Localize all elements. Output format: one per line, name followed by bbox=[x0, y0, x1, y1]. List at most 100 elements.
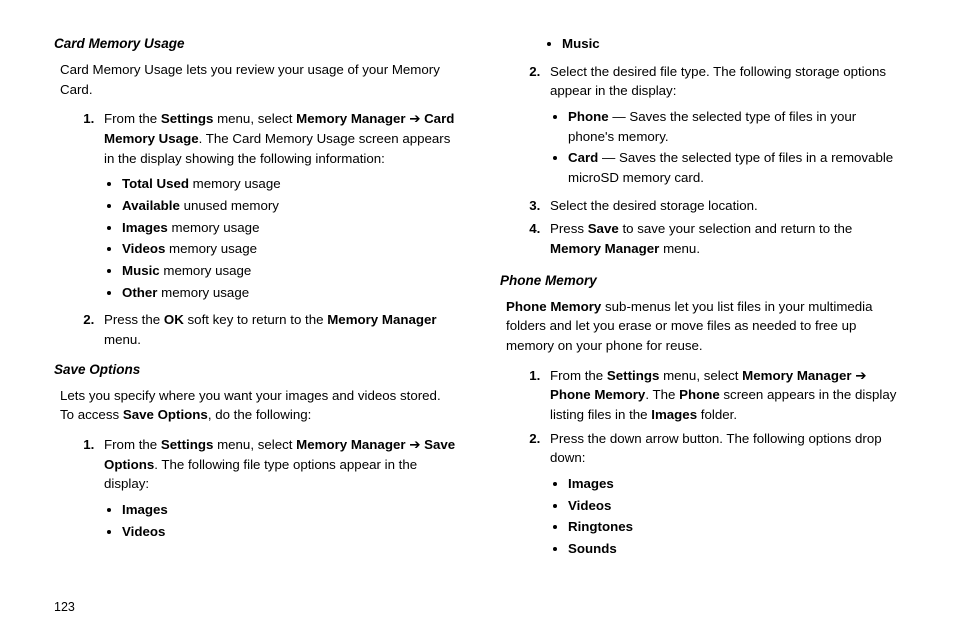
t: menu. bbox=[104, 332, 141, 347]
bullet-list: Phone — Saves the selected type of files… bbox=[568, 107, 906, 188]
bold: Phone bbox=[679, 387, 720, 402]
bold: Videos bbox=[568, 498, 611, 513]
bold: Sounds bbox=[568, 541, 617, 556]
bold: Settings bbox=[161, 111, 213, 126]
bold: Phone Memory bbox=[550, 387, 645, 402]
list-item: Press the down arrow button. The followi… bbox=[544, 429, 906, 559]
step-text: From the Settings menu, select Memory Ma… bbox=[550, 368, 896, 422]
list-item: Images memory usage bbox=[122, 218, 460, 238]
arrow-icon: ➔ bbox=[855, 368, 866, 383]
step-text: Select the desired file type. The follow… bbox=[550, 64, 886, 99]
right-column: Music Select the desired file type. The … bbox=[500, 32, 910, 628]
step-text: Press the OK soft key to return to the M… bbox=[104, 312, 437, 347]
bold: Memory Manager bbox=[742, 368, 855, 383]
step-text: Select the desired storage location. bbox=[550, 198, 758, 213]
bold: Other bbox=[122, 285, 157, 300]
bold: Total Used bbox=[122, 176, 189, 191]
t: unused memory bbox=[180, 198, 279, 213]
t: menu. bbox=[659, 241, 700, 256]
bold: Images bbox=[122, 502, 168, 517]
list-item: Available unused memory bbox=[122, 196, 460, 216]
t: From the bbox=[104, 111, 161, 126]
t: memory usage bbox=[160, 263, 252, 278]
bullet-list: Images Videos bbox=[122, 500, 460, 541]
bold: Videos bbox=[122, 524, 165, 539]
list-item: Phone — Saves the selected type of files… bbox=[568, 107, 906, 146]
t: folder. bbox=[697, 407, 737, 422]
list-item: From the Settings menu, select Memory Ma… bbox=[98, 435, 460, 541]
step-text: Press Save to save your selection and re… bbox=[550, 221, 852, 256]
ordered-list: From the Settings menu, select Memory Ma… bbox=[84, 435, 464, 541]
bullet-list: Images Videos Ringtones Sounds bbox=[568, 474, 906, 559]
page-number: 123 bbox=[54, 600, 75, 614]
document-page: Card Memory Usage Card Memory Usage lets… bbox=[0, 0, 954, 636]
bold: Videos bbox=[122, 241, 165, 256]
t: memory usage bbox=[189, 176, 281, 191]
list-item: From the Settings menu, select Memory Ma… bbox=[98, 109, 460, 302]
bold: Memory Manager bbox=[296, 111, 409, 126]
arrow-icon: ➔ bbox=[409, 437, 420, 452]
section-title-save-options: Save Options bbox=[54, 360, 464, 380]
bold: Available bbox=[122, 198, 180, 213]
ordered-list: From the Settings menu, select Memory Ma… bbox=[84, 109, 464, 349]
bold: OK bbox=[164, 312, 184, 327]
bold: Music bbox=[562, 36, 600, 51]
list-item: Videos bbox=[122, 522, 460, 542]
ordered-list: Select the desired file type. The follow… bbox=[530, 62, 910, 259]
t: memory usage bbox=[168, 220, 260, 235]
t: From the bbox=[550, 368, 607, 383]
list-item: Videos bbox=[568, 496, 906, 516]
bold: Images bbox=[568, 476, 614, 491]
arrow-icon: ➔ bbox=[409, 111, 420, 126]
bullet-list: Music bbox=[562, 34, 910, 54]
bold: Images bbox=[651, 407, 697, 422]
section-title-card-memory-usage: Card Memory Usage bbox=[54, 34, 464, 54]
list-item: Card — Saves the selected type of files … bbox=[568, 148, 906, 187]
list-item: Music bbox=[562, 34, 910, 54]
intro-text: Card Memory Usage lets you review your u… bbox=[60, 60, 458, 99]
list-item: Select the desired storage location. bbox=[544, 196, 906, 216]
list-item: Other memory usage bbox=[122, 283, 460, 303]
t: soft key to return to the bbox=[184, 312, 327, 327]
bold: Memory Manager bbox=[550, 241, 659, 256]
bold: Save bbox=[588, 221, 619, 236]
t: , do the following: bbox=[208, 407, 312, 422]
t: menu, select bbox=[213, 111, 296, 126]
t: From the bbox=[104, 437, 161, 452]
bold: Phone Memory bbox=[506, 299, 601, 314]
step-text: From the Settings menu, select Memory Ma… bbox=[104, 111, 454, 165]
left-column: Card Memory Usage Card Memory Usage lets… bbox=[54, 32, 464, 628]
t: Press bbox=[550, 221, 588, 236]
t: — Saves the selected type of files in a … bbox=[568, 150, 893, 185]
t: Press the bbox=[104, 312, 164, 327]
bold: Card bbox=[568, 150, 598, 165]
list-item: Select the desired file type. The follow… bbox=[544, 62, 906, 188]
t: to save your selection and return to the bbox=[619, 221, 853, 236]
list-item: Music memory usage bbox=[122, 261, 460, 281]
section-title-phone-memory: Phone Memory bbox=[500, 271, 910, 291]
bullet-list: Total Used memory usage Available unused… bbox=[122, 174, 460, 302]
intro-text: Phone Memory sub-menus let you list file… bbox=[506, 297, 904, 356]
list-item: Videos memory usage bbox=[122, 239, 460, 259]
t: . The bbox=[645, 387, 679, 402]
t: menu, select bbox=[659, 368, 742, 383]
ordered-list: From the Settings menu, select Memory Ma… bbox=[530, 366, 910, 559]
step-text: From the Settings menu, select Memory Ma… bbox=[104, 437, 455, 491]
t: memory usage bbox=[165, 241, 257, 256]
t: memory usage bbox=[157, 285, 249, 300]
bold: Phone bbox=[568, 109, 609, 124]
bold: Ringtones bbox=[568, 519, 633, 534]
step-text: Press the down arrow button. The followi… bbox=[550, 431, 882, 466]
bold: Memory Manager bbox=[296, 437, 409, 452]
bold: Music bbox=[122, 263, 160, 278]
list-item: Images bbox=[122, 500, 460, 520]
t: — Saves the selected type of files in yo… bbox=[568, 109, 856, 144]
intro-text: Lets you specify where you want your ima… bbox=[60, 386, 458, 425]
list-item: Press the OK soft key to return to the M… bbox=[98, 310, 460, 349]
list-item: Sounds bbox=[568, 539, 906, 559]
list-item: Total Used memory usage bbox=[122, 174, 460, 194]
list-item: Ringtones bbox=[568, 517, 906, 537]
bold: Images bbox=[122, 220, 168, 235]
list-item: Press Save to save your selection and re… bbox=[544, 219, 906, 258]
list-item: Images bbox=[568, 474, 906, 494]
